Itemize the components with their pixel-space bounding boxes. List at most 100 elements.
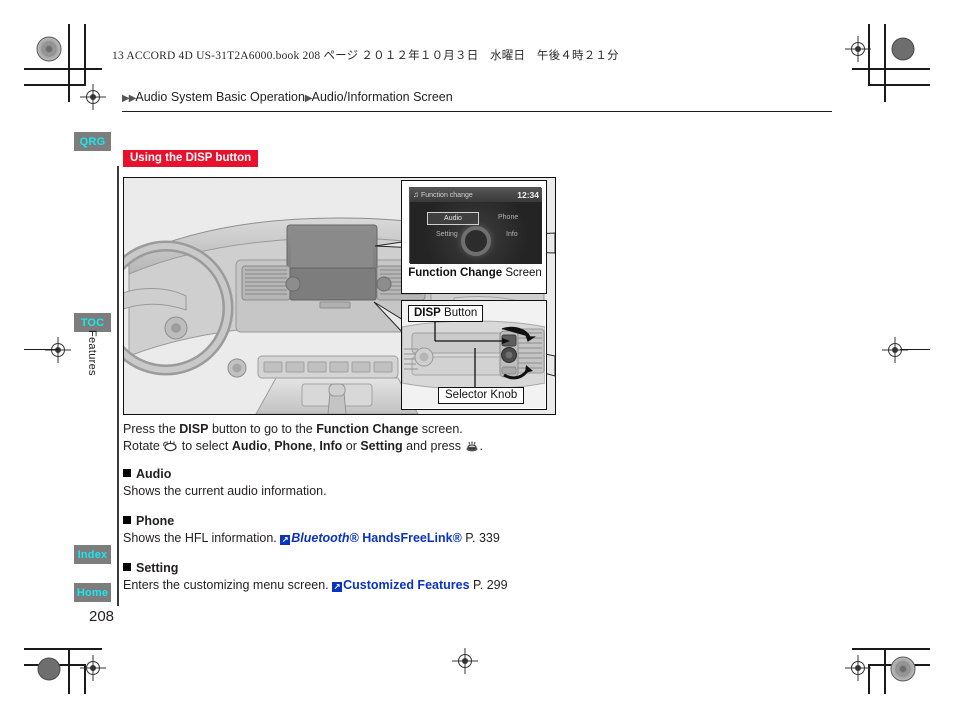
manual-page: 13 ACCORD 4D US-31T2A6000.book 208 ページ ２… <box>0 0 954 718</box>
breadcrumb-rule <box>122 111 832 112</box>
sidebar-tab-home[interactable]: Home <box>74 583 111 602</box>
link-bluetooth-handsfreelink[interactable]: ↗ Bluetooth® HandsFreeLink® <box>280 531 462 545</box>
crop-mark <box>24 68 102 70</box>
crop-mark <box>24 349 58 350</box>
registration-crosshair <box>80 84 106 110</box>
function-change-caption-bold: Function Change <box>408 267 503 279</box>
crop-mark <box>884 648 886 694</box>
section-setting-text: Enters the customizing menu screen. <box>123 578 333 592</box>
music-note-icon: ♫ <box>413 190 419 199</box>
breadcrumb-level-2[interactable]: Audio/Information Screen <box>312 90 453 104</box>
menu-item-audio[interactable]: Audio <box>427 212 479 225</box>
instr-l2-info: Info <box>319 439 343 453</box>
sidebar-vertical-rule <box>117 166 119 606</box>
section-phone-body: Shows the HFL information. ↗ Bluetooth® H… <box>123 531 500 545</box>
function-change-caption-rest: Screen <box>502 267 542 279</box>
instr-l1-pre: Press the <box>123 422 180 436</box>
crop-mark <box>852 648 930 650</box>
crop-mark <box>868 84 930 86</box>
page-number: 208 <box>89 608 115 625</box>
instr-l1-fc: Function Change <box>316 422 419 436</box>
menu-item-info-label[interactable]: Info <box>506 231 518 238</box>
section-banner: Using the DISP button <box>123 150 259 167</box>
crop-mark <box>24 648 102 650</box>
registration-mark <box>890 656 916 682</box>
sidebar-tab-qrg-label: QRG <box>79 135 106 148</box>
registration-mark <box>36 36 62 62</box>
crop-mark <box>24 84 86 86</box>
selector-knob-label: Selector Knob <box>438 387 525 404</box>
crop-mark <box>884 24 886 102</box>
section-setting-heading-text: Setting <box>136 561 179 575</box>
section-audio: Audio Shows the current audio informatio… <box>123 467 327 498</box>
instr-l1-disp: DISP <box>179 422 209 436</box>
instr-l1-end: screen. <box>418 422 463 436</box>
registration-crosshair <box>845 655 871 681</box>
menu-item-audio-label: Audio <box>444 215 462 222</box>
breadcrumb: ▶▶Audio System Basic Operation▶Audio/Inf… <box>122 90 453 104</box>
instr-l2-or: or <box>342 439 361 453</box>
instruction-line-2: Rotate to select Audio, Phone, Info or S… <box>123 438 483 455</box>
nav-screen-mock: ♫ Function change 12:34 Audio Phone Sett… <box>409 187 542 264</box>
sidebar-tab-home-label: Home <box>76 586 109 599</box>
registration-crosshair <box>882 337 908 363</box>
nav-status-bar: ♫ Function change 12:34 <box>410 188 542 202</box>
selector-knob-label-text: Selector Knob <box>445 389 518 401</box>
section-audio-heading: Audio <box>123 467 327 481</box>
link-bluetooth-sup2: ® <box>452 531 462 545</box>
registration-mark <box>36 656 62 682</box>
press-knob-icon <box>465 440 480 452</box>
link-customized-features-text: Customized Features <box>343 578 470 592</box>
instr-l2-setting: Setting <box>360 439 403 453</box>
crop-mark <box>852 68 930 70</box>
crop-mark <box>900 349 930 350</box>
sidebar-tab-qrg[interactable]: QRG <box>74 132 111 151</box>
menu-item-phone-label[interactable]: Phone <box>498 214 518 221</box>
instr-l2-pre: Rotate <box>123 439 164 453</box>
instr-l2-mid: to select <box>178 439 232 453</box>
double-triangle-icon: ▶▶ <box>122 93 136 104</box>
breadcrumb-level-1[interactable]: Audio System Basic Operation <box>135 90 305 104</box>
section-phone: Phone Shows the HFL information. ↗ Blueto… <box>123 514 500 545</box>
sidebar-tab-index-label: Index <box>77 548 108 561</box>
section-setting-body: Enters the customizing menu screen. ↗ Cus… <box>123 578 508 592</box>
section-setting-page-ref[interactable]: P. 299 <box>473 578 508 592</box>
registration-crosshair <box>45 337 71 363</box>
instr-l2-phone: Phone <box>274 439 313 453</box>
rotate-knob-icon <box>163 440 178 452</box>
section-phone-heading: Phone <box>123 514 500 528</box>
instruction-paragraph: Press the DISP button to go to the Funct… <box>123 421 483 455</box>
section-phone-page-ref[interactable]: P. 339 <box>465 531 500 545</box>
nav-status-title: Function change <box>421 191 473 199</box>
disp-button-label-bold: DISP <box>414 307 441 319</box>
registration-crosshair <box>452 648 478 674</box>
link-bluetooth-sup1: ® <box>349 531 359 545</box>
section-phone-heading-text: Phone <box>136 514 175 528</box>
section-setting-heading: Setting <box>123 561 508 575</box>
section-setting: Setting Enters the customizing menu scre… <box>123 561 508 592</box>
crop-mark <box>68 648 70 694</box>
link-bluetooth-italic: Bluetooth <box>291 531 350 545</box>
jump-link-icon: ↗ <box>280 535 291 545</box>
disp-button-label-rest: Button <box>440 307 478 319</box>
instr-l2-audio: Audio <box>231 439 268 453</box>
jump-link-icon: ↗ <box>332 582 343 592</box>
section-audio-body: Shows the current audio information. <box>123 484 327 498</box>
instr-l2-end: and press <box>402 439 465 453</box>
bullet-square-icon <box>123 469 131 477</box>
registration-crosshair <box>80 655 106 681</box>
function-change-callout: ♫ Function change 12:34 Audio Phone Sett… <box>401 180 547 294</box>
section-vertical-label: Features <box>86 330 98 376</box>
link-customized-features[interactable]: ↗ Customized Features <box>332 578 470 592</box>
bullet-square-icon <box>123 516 131 524</box>
instr-l2-period: . <box>479 439 484 453</box>
disp-button-label: DISP Button <box>408 305 484 322</box>
bullet-square-icon <box>123 563 131 571</box>
section-banner-label: Using the DISP button <box>130 152 252 164</box>
sidebar-tab-toc-label: TOC <box>80 316 105 329</box>
menu-item-setting-label[interactable]: Setting <box>436 231 458 238</box>
section-audio-heading-text: Audio <box>136 467 172 481</box>
registration-mark <box>890 36 916 62</box>
sidebar-tab-index[interactable]: Index <box>74 545 111 564</box>
single-triangle-icon: ▶ <box>304 93 313 104</box>
